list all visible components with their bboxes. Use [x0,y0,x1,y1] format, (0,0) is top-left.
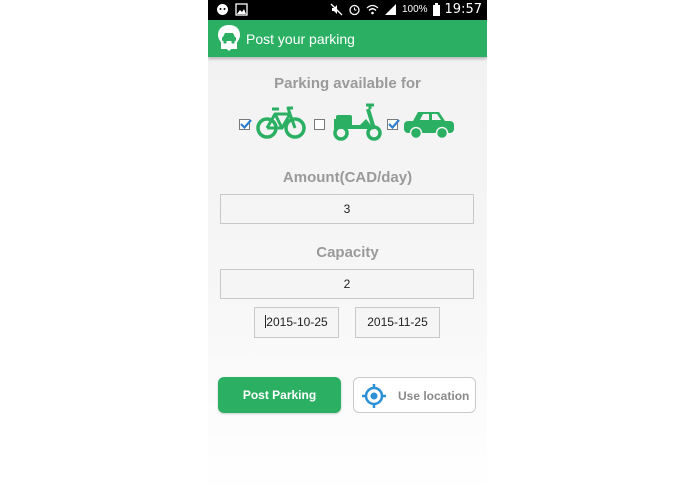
alarm-icon [348,3,361,16]
car-icon [403,110,455,145]
amount-label: Amount(CAD/day) [282,169,413,186]
clock: 19:57 [444,2,482,17]
end-date-value: 2015-11-25 [367,315,428,329]
parking-available-heading: Parking available for [274,75,421,92]
use-location-button[interactable]: Use location [353,377,476,413]
bicycle-checkbox[interactable] [239,119,252,130]
app-logo-icon [217,24,241,52]
scooter-icon [330,103,382,146]
capacity-label: Capacity [316,244,379,261]
wifi-icon [366,3,379,16]
scooter-checkbox[interactable] [314,119,325,130]
chat-notification-icon [216,3,229,16]
post-parking-button[interactable]: Post Parking [218,377,341,413]
mute-icon [330,3,343,16]
vehicle-selector [236,103,466,143]
start-date-value: 2015-10-25 [266,315,328,329]
status-bar: 100% 19:57 [208,0,487,20]
battery-icon [432,3,440,16]
image-notification-icon [235,3,248,16]
end-date-input[interactable]: 2015-11-25 [355,307,440,338]
crosshair-location-icon [362,384,386,411]
page-title: Post your parking [246,31,355,47]
amount-input[interactable]: 3 [220,194,474,224]
battery-percent: 100% [401,4,428,15]
post-parking-label: Post Parking [242,388,317,402]
signal-icon [384,3,397,16]
capacity-input[interactable]: 2 [220,269,474,299]
use-location-label: Use location [398,389,470,403]
app-bar: Post your parking [208,20,487,57]
bicycle-icon [256,104,306,145]
start-date-input[interactable]: 2015-10-25 [254,307,339,338]
car-checkbox[interactable] [387,119,400,130]
phone-screen: 100% 19:57 Post your parking Parking ava… [208,0,487,494]
